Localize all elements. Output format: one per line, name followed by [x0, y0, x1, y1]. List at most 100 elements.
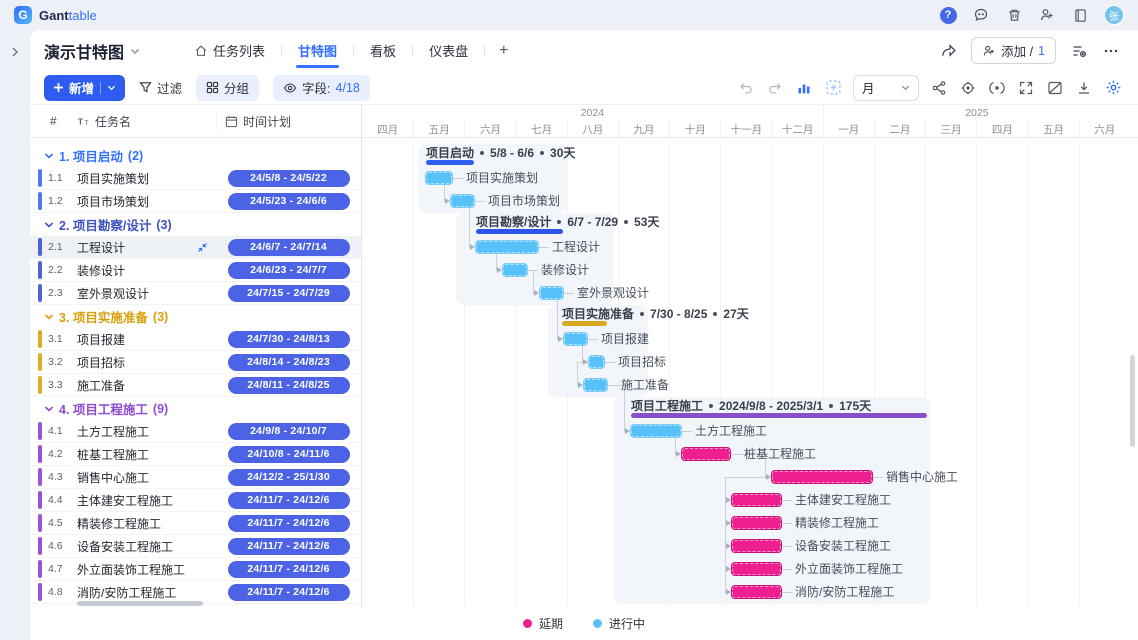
gantt-bar[interactable]	[732, 586, 781, 598]
date-range-pill[interactable]: 24/5/23 - 24/6/6	[228, 193, 350, 210]
date-range-pill[interactable]: 24/7/15 - 24/7/29	[228, 285, 350, 302]
date-range-pill[interactable]: 24/6/23 - 24/7/7	[228, 262, 350, 279]
table-row[interactable]: 1.2项目市场策划24/5/23 - 24/6/6	[30, 190, 361, 213]
locate-today-icon[interactable]	[959, 79, 977, 97]
table-row[interactable]: 3.2项目招标24/8/14 - 24/8/23	[30, 351, 361, 374]
date-range-pill[interactable]: 24/11/7 - 24/12/6	[228, 515, 350, 532]
gantt-bar[interactable]	[631, 425, 681, 437]
chevron-down-icon[interactable]	[44, 312, 54, 322]
date-range-pill[interactable]: 24/5/8 - 24/5/22	[228, 170, 350, 187]
gantt-bar[interactable]	[732, 540, 781, 552]
table-row[interactable]: 4.6设备安装工程施工24/11/7 - 24/12/6	[30, 535, 361, 558]
column-task-name[interactable]: TT 任务名	[72, 113, 216, 130]
help-icon[interactable]: ?	[939, 6, 957, 24]
date-range-pill[interactable]: 24/11/7 - 24/12/6	[228, 538, 350, 555]
fit-to-view-icon[interactable]	[197, 242, 208, 253]
table-row[interactable]: 1.1项目实施策划24/5/8 - 24/5/22	[30, 167, 361, 190]
gantt-bar[interactable]	[540, 287, 563, 299]
gantt-bar[interactable]	[451, 195, 474, 207]
group-row[interactable]: 3. 项目实施准备(3)	[30, 305, 361, 328]
table-row[interactable]: 4.3销售中心施工24/12/2 - 25/1/30	[30, 466, 361, 489]
table-row[interactable]: 2.2装修设计24/6/23 - 24/7/7	[30, 259, 361, 282]
gantt-summary-bar[interactable]	[562, 321, 607, 326]
date-range-pill[interactable]: 24/8/14 - 24/8/23	[228, 354, 350, 371]
gantt-bar[interactable]	[732, 517, 781, 529]
gantt-bar[interactable]	[584, 379, 607, 391]
chevron-down-icon[interactable]	[44, 220, 54, 230]
redo-icon[interactable]	[766, 79, 784, 97]
more-icon[interactable]	[1102, 42, 1120, 60]
gantt-bar[interactable]	[682, 448, 730, 460]
feedback-icon[interactable]	[972, 6, 990, 24]
view-config-icon[interactable]	[1070, 42, 1088, 60]
download-icon[interactable]	[1075, 79, 1093, 97]
gantt-bar[interactable]	[732, 563, 781, 575]
avatar[interactable]: 张	[1104, 5, 1124, 25]
table-row[interactable]: 3.1项目报建24/7/30 - 24/8/13	[30, 328, 361, 351]
group-button[interactable]: 分组	[196, 75, 259, 101]
group-row[interactable]: 2. 项目勘察/设计(3)	[30, 213, 361, 236]
date-range-pill[interactable]: 24/10/8 - 24/11/6	[228, 446, 350, 463]
date-range-pill[interactable]: 24/11/7 - 24/12/6	[228, 584, 350, 601]
zoom-level-select[interactable]: 月	[853, 75, 919, 101]
column-time-plan[interactable]: 时间计划	[216, 113, 361, 130]
chevron-down-icon[interactable]	[44, 151, 54, 161]
focus-icon[interactable]	[988, 79, 1006, 97]
date-range-pill[interactable]: 24/11/7 - 24/12/6	[228, 561, 350, 578]
invite-member-button[interactable]: 添加 /1	[971, 37, 1056, 64]
tab-gantt[interactable]: 甘特图	[282, 31, 353, 71]
gantt-vertical-scrollbar[interactable]	[1130, 355, 1135, 447]
gantt-bar[interactable]	[564, 333, 587, 345]
table-row[interactable]: 3.3施工准备24/8/11 - 24/8/25	[30, 374, 361, 397]
tab-dashboard[interactable]: 仪表盘	[413, 31, 484, 71]
gantt-bar[interactable]	[503, 264, 527, 276]
handbook-icon[interactable]	[1071, 6, 1089, 24]
gantt-bar[interactable]	[426, 172, 452, 184]
share-icon[interactable]	[930, 79, 948, 97]
share-view-icon[interactable]	[939, 42, 957, 60]
auto-layout-icon[interactable]	[824, 79, 842, 97]
settings-icon[interactable]	[1104, 79, 1122, 97]
fullscreen-icon[interactable]	[1017, 79, 1035, 97]
gantt-bar[interactable]	[772, 471, 872, 483]
app-logo[interactable]: G Ganttable	[14, 6, 97, 24]
screenshot-off-icon[interactable]	[1046, 79, 1064, 97]
filter-button[interactable]: 过滤	[139, 78, 182, 97]
tab-kanban[interactable]: 看板	[354, 31, 412, 71]
gantt-bar[interactable]	[476, 241, 538, 253]
add-view-button[interactable]: +	[485, 42, 522, 60]
tab-task-list[interactable]: 任务列表	[178, 31, 281, 71]
date-range-pill[interactable]: 24/12/2 - 25/1/30	[228, 469, 350, 486]
baseline-chart-icon[interactable]	[795, 79, 813, 97]
date-range-pill[interactable]: 24/8/11 - 24/8/25	[228, 377, 350, 394]
gantt-summary-bar[interactable]	[426, 160, 474, 165]
date-range-pill[interactable]: 24/9/8 - 24/10/7	[228, 423, 350, 440]
gantt-summary-bar[interactable]	[631, 413, 927, 418]
table-row[interactable]: 2.1工程设计24/6/7 - 24/7/14	[30, 236, 361, 259]
column-index[interactable]: #	[30, 114, 72, 128]
date-range-pill[interactable]: 24/7/30 - 24/8/13	[228, 331, 350, 348]
new-task-button[interactable]: 新增	[44, 75, 125, 101]
date-range-pill[interactable]: 24/11/7 - 24/12/6	[228, 492, 350, 509]
expand-sidebar-icon[interactable]	[7, 44, 23, 60]
table-row[interactable]: 4.7外立面装饰工程施工24/11/7 - 24/12/6	[30, 558, 361, 581]
group-row[interactable]: 1. 项目启动(2)	[30, 144, 361, 167]
date-range-pill[interactable]: 24/6/7 - 24/7/14	[228, 239, 350, 256]
group-row[interactable]: 4. 项目工程施工(9)	[30, 397, 361, 420]
gantt-bar[interactable]	[589, 356, 604, 368]
table-horizontal-scrollbar[interactable]	[77, 601, 203, 606]
chevron-down-icon[interactable]	[44, 404, 54, 414]
document-title[interactable]: 演示甘特图	[44, 39, 140, 63]
gantt-summary-bar[interactable]	[476, 229, 563, 234]
table-row[interactable]: 4.4主体建安工程施工24/11/7 - 24/12/6	[30, 489, 361, 512]
table-row[interactable]: 4.1土方工程施工24/9/8 - 24/10/7	[30, 420, 361, 443]
table-row[interactable]: 4.5精装修工程施工24/11/7 - 24/12/6	[30, 512, 361, 535]
gantt-bar[interactable]	[732, 494, 781, 506]
table-row[interactable]: 2.3室外景观设计24/7/15 - 24/7/29	[30, 282, 361, 305]
undo-icon[interactable]	[737, 79, 755, 97]
trash-icon[interactable]	[1005, 6, 1023, 24]
fields-button[interactable]: 字段: 4/18	[273, 75, 370, 101]
table-row[interactable]: 4.2桩基工程施工24/10/8 - 24/11/6	[30, 443, 361, 466]
invite-user-icon[interactable]	[1038, 6, 1056, 24]
gantt-canvas[interactable]: 项目启动5/8 - 6/630天项目实施策划项目市场策划项目勘察/设计6/7 -…	[362, 144, 1130, 606]
